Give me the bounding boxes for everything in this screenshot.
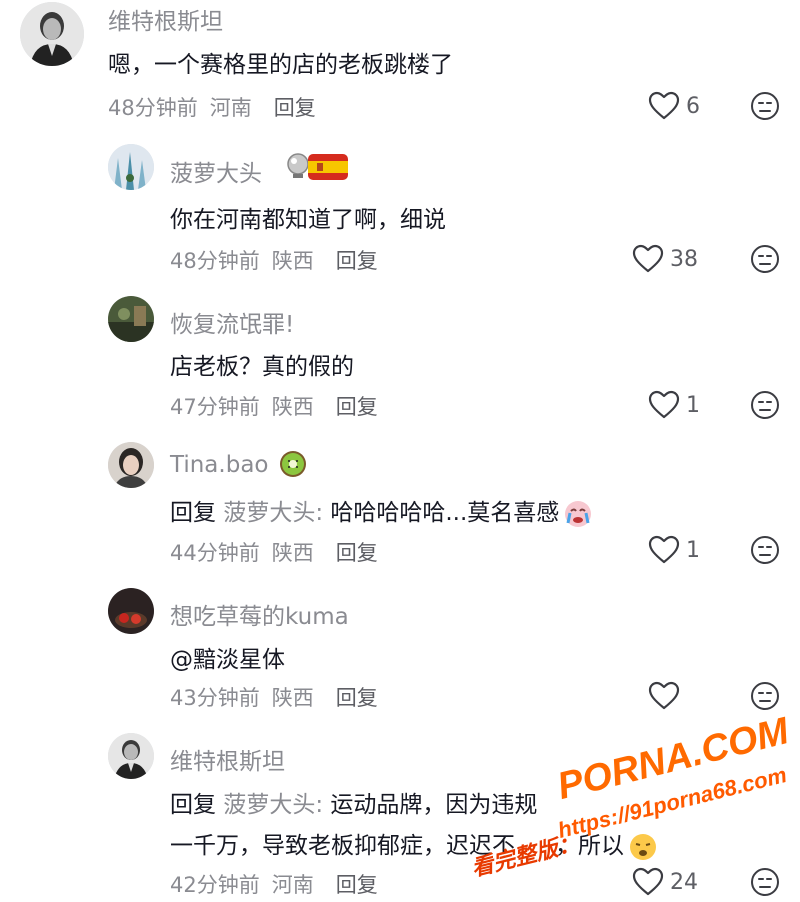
reply-button[interactable]: 回复 <box>336 541 378 565</box>
spain-flag-icon <box>308 154 348 180</box>
reply-button[interactable]: 回复 <box>336 395 378 419</box>
like-button[interactable]: 6 <box>648 91 700 121</box>
heart-icon <box>648 535 680 564</box>
comment-location: 陕西 <box>271 541 314 565</box>
comment-username[interactable]: 维特根斯坦 <box>170 742 285 776</box>
like-button[interactable]: 24 <box>632 867 698 897</box>
like-count: 1 <box>686 537 700 563</box>
comment-time: 43分钟前 <box>170 686 260 710</box>
reply-button[interactable]: 回复 <box>274 96 316 120</box>
dislike-icon[interactable] <box>750 244 780 274</box>
like-button[interactable]: 1 <box>648 535 700 565</box>
like-button[interactable] <box>648 681 686 711</box>
comment-meta: 48分钟前 河南 回复 <box>108 92 316 122</box>
like-count: 1 <box>686 392 700 418</box>
comment-body-line2: 一千万，导致老板抑郁症，迟迟不 <box>170 833 515 859</box>
comment-text: 你在河南都知道了啊，细说 <box>170 207 446 233</box>
comment-username[interactable]: 菠萝大头 <box>170 154 262 188</box>
comment-meta: 47分钟前 陕西 回复 <box>170 391 378 421</box>
reply-to-user[interactable]: 菠萝大头: <box>223 792 323 818</box>
crying-face-icon <box>565 500 592 527</box>
comment-meta: 42分钟前 河南 回复 <box>170 869 378 899</box>
avatar[interactable] <box>108 296 154 342</box>
reply-prefix: 回复 <box>170 792 216 818</box>
comment-time: 42分钟前 <box>170 873 260 897</box>
comment-time: 47分钟前 <box>170 395 260 419</box>
reply-button[interactable]: 回复 <box>336 686 378 710</box>
comment-text: 回复 菠萝大头: 哈哈哈哈哈...莫名喜感 <box>170 493 593 529</box>
comment-text: 店老板？真的假的 <box>170 354 354 380</box>
reply-button[interactable]: 回复 <box>336 873 378 897</box>
comment-username[interactable]: 恢复流氓罪! <box>170 305 294 339</box>
dislike-icon[interactable] <box>750 867 780 897</box>
kiwi-fruit-icon <box>280 451 306 477</box>
comment-location: 陕西 <box>271 395 314 419</box>
comment-meta: 44分钟前 陕西 回复 <box>170 537 378 567</box>
comment-time: 44分钟前 <box>170 541 260 565</box>
dislike-icon[interactable] <box>750 91 780 121</box>
dislike-icon[interactable] <box>750 390 780 420</box>
comment-location: 河南 <box>209 96 252 120</box>
like-count: 6 <box>686 93 700 119</box>
avatar[interactable] <box>108 144 154 190</box>
avatar[interactable] <box>108 442 154 488</box>
comment-meta: 48分钟前 陕西 回复 <box>170 245 378 275</box>
comment-text: 回复 菠萝大头: 运动品牌，因为违规 <box>170 785 537 819</box>
dislike-icon[interactable] <box>750 681 780 711</box>
comment-location: 河南 <box>271 873 314 897</box>
comment-body: 运动品牌，因为违规 <box>330 792 538 818</box>
heart-icon <box>648 390 680 419</box>
like-button[interactable]: 1 <box>648 390 700 420</box>
like-count: 38 <box>670 246 698 272</box>
comment-location: 陕西 <box>271 686 314 710</box>
comment-meta: 43分钟前 陕西 回复 <box>170 682 378 712</box>
avatar[interactable] <box>20 2 84 66</box>
like-button[interactable]: 38 <box>632 244 698 274</box>
reply-button[interactable]: 回复 <box>336 249 378 273</box>
heart-icon <box>632 244 664 273</box>
comment-time: 48分钟前 <box>170 249 260 273</box>
like-count: 24 <box>670 869 698 895</box>
comment-username[interactable]: Tina.bao <box>170 452 268 478</box>
comment-text[interactable]: @黯淡星体 <box>170 640 285 674</box>
heart-icon <box>648 91 680 120</box>
avatar[interactable] <box>108 733 154 779</box>
comment-username[interactable]: 想吃草莓的kuma <box>170 597 349 631</box>
sad-face-icon <box>630 833 656 860</box>
reply-to-user[interactable]: 菠萝大头: <box>223 500 323 526</box>
comment-username[interactable]: 维特根斯坦 <box>108 2 223 36</box>
avatar[interactable] <box>108 588 154 634</box>
reply-prefix: 回复 <box>170 500 216 526</box>
heart-icon <box>648 681 680 710</box>
comment-text: 嗯，一个赛格里的店的老板跳楼了 <box>108 52 453 78</box>
comment-location: 陕西 <box>271 249 314 273</box>
heart-icon <box>632 867 664 896</box>
comment-time: 48分钟前 <box>108 96 198 120</box>
dislike-icon[interactable] <box>750 535 780 565</box>
comment-body: 哈哈哈哈哈...莫名喜感 <box>330 500 560 526</box>
